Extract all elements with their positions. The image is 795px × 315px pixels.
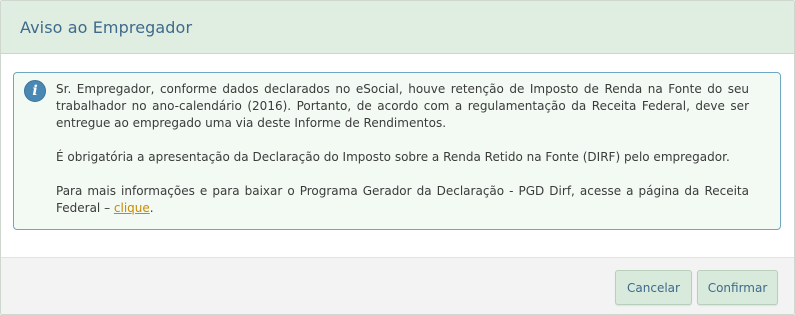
- alert-text: Sr. Empregador, conforme dados declarado…: [56, 81, 749, 217]
- alert-paragraph-retention: Sr. Empregador, conforme dados declarado…: [56, 82, 749, 130]
- modal-body: i Sr. Empregador, conforme dados declara…: [1, 55, 794, 257]
- alert-paragraph-dirf: É obrigatória a apresentação da Declaraç…: [56, 150, 730, 164]
- modal-header: Aviso ao Empregador: [1, 1, 794, 54]
- more-info-suffix: .: [149, 201, 154, 215]
- info-icon: i: [24, 80, 46, 102]
- receita-federal-link[interactable]: clique: [114, 201, 150, 215]
- modal-footer: Cancelar Confirmar: [1, 257, 794, 314]
- alert-paragraph-more-info: Para mais informações e para baixar o Pr…: [56, 183, 749, 217]
- cancel-button[interactable]: Cancelar: [615, 270, 692, 305]
- info-alert: i Sr. Empregador, conforme dados declara…: [13, 72, 781, 230]
- modal-title: Aviso ao Empregador: [20, 17, 193, 37]
- employer-notice-modal: Aviso ao Empregador i Sr. Empregador, co…: [0, 0, 795, 315]
- more-info-text: Para mais informações e para baixar o Pr…: [56, 184, 749, 215]
- confirm-button[interactable]: Confirmar: [697, 270, 778, 305]
